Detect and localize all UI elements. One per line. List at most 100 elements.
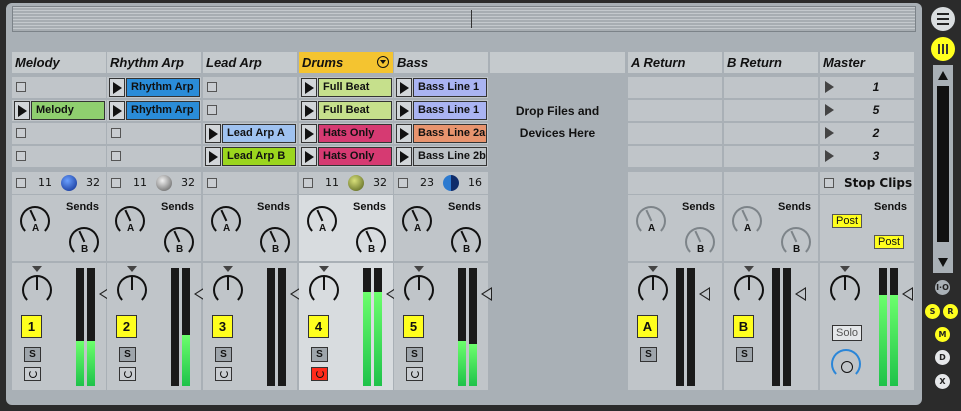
send-b-knob[interactable]: B xyxy=(685,227,715,257)
send-b-knob[interactable]: B xyxy=(781,227,811,257)
track-stop-icon[interactable] xyxy=(398,178,408,188)
clip[interactable]: Full Beat xyxy=(318,101,392,120)
clip[interactable]: Hats Only xyxy=(318,147,392,166)
track-stop-icon[interactable] xyxy=(207,178,217,188)
track-header[interactable]: Rhythm Arp xyxy=(107,52,201,73)
arm-record-button[interactable] xyxy=(406,367,423,381)
scene-slot[interactable]: 5 xyxy=(820,100,914,121)
clip-slot[interactable] xyxy=(203,77,297,98)
scroll-down-icon[interactable] xyxy=(938,258,948,267)
clip-launch-icon[interactable] xyxy=(301,124,317,143)
track-activator-button[interactable]: 1 xyxy=(21,315,42,338)
pan-knob[interactable] xyxy=(734,275,764,305)
track-header[interactable]: Drums xyxy=(299,52,393,73)
track-stop-icon[interactable] xyxy=(303,178,313,188)
clip-slot[interactable]: Bass Line 1 xyxy=(394,77,488,98)
send-b-knob[interactable]: B xyxy=(356,227,386,257)
volume-fader-icon[interactable] xyxy=(699,287,710,301)
clip-launch-icon[interactable] xyxy=(109,78,125,97)
clip-slot[interactable] xyxy=(107,123,201,144)
post-toggle-a[interactable]: Post xyxy=(832,214,863,228)
arm-record-button[interactable] xyxy=(215,367,232,381)
solo-button[interactable]: S xyxy=(215,347,232,362)
clip[interactable]: Bass Line 2a xyxy=(413,124,487,143)
cue-volume-knob[interactable] xyxy=(831,349,861,379)
send-b-knob[interactable]: B xyxy=(164,227,194,257)
arm-record-button[interactable] xyxy=(119,367,136,381)
solo-button[interactable]: S xyxy=(640,347,657,362)
clip-launch-icon[interactable] xyxy=(396,124,412,143)
scene-slot[interactable]: 1 xyxy=(820,77,914,98)
clip-stop-icon[interactable] xyxy=(16,151,26,161)
track-menu-chevron-icon[interactable] xyxy=(377,56,389,68)
return-header[interactable]: A Return xyxy=(628,52,722,73)
master-header[interactable]: Master xyxy=(820,52,914,73)
send-b-knob[interactable]: B xyxy=(69,227,99,257)
clip-stop-icon[interactable] xyxy=(16,82,26,92)
arm-record-button[interactable] xyxy=(311,367,328,381)
clip[interactable]: Hats Only xyxy=(318,124,392,143)
menu-icon[interactable] xyxy=(931,7,955,31)
solo-button[interactable]: S xyxy=(406,347,423,362)
send-a-knob[interactable]: A xyxy=(402,206,432,236)
arm-record-button[interactable] xyxy=(24,367,41,381)
return-activator-button[interactable]: A xyxy=(637,315,658,338)
clip[interactable]: Full Beat xyxy=(318,78,392,97)
clip-launch-icon[interactable] xyxy=(205,147,221,166)
clip-slot[interactable] xyxy=(107,146,201,167)
scene-launch-icon[interactable] xyxy=(822,124,838,143)
clip-slot[interactable]: Hats Only xyxy=(299,146,393,167)
pan-knob[interactable] xyxy=(830,275,860,305)
pan-knob[interactable] xyxy=(309,275,339,305)
crossfader-toggle-button[interactable]: X xyxy=(935,374,950,389)
scene-slot[interactable]: 3 xyxy=(820,146,914,167)
drop-files-area[interactable]: Drop Files and Devices Here xyxy=(490,100,625,144)
send-a-knob[interactable]: A xyxy=(115,206,145,236)
clip[interactable]: Rhythm Arp xyxy=(126,101,200,120)
clip[interactable]: Bass Line 1 xyxy=(413,101,487,120)
clip-slot[interactable]: Lead Arp B xyxy=(203,146,297,167)
solo-button[interactable]: S xyxy=(24,347,41,362)
delay-toggle-button[interactable]: D xyxy=(935,350,950,365)
clip-stop-icon[interactable] xyxy=(111,151,121,161)
scene-launch-icon[interactable] xyxy=(822,101,838,120)
scroll-thumb[interactable] xyxy=(937,86,949,242)
clip[interactable]: Rhythm Arp xyxy=(126,78,200,97)
returns-toggle-button[interactable]: R xyxy=(943,304,958,319)
io-toggle-button[interactable]: I·O xyxy=(935,280,950,295)
post-toggle-b[interactable]: Post xyxy=(874,235,905,249)
send-a-knob[interactable]: A xyxy=(20,206,50,236)
scene-launch-icon[interactable] xyxy=(822,147,838,166)
clip-launch-icon[interactable] xyxy=(301,78,317,97)
clip-slot[interactable]: Bass Line 2a xyxy=(394,123,488,144)
clip[interactable]: Bass Line 2b xyxy=(413,147,487,166)
clip-stop-icon[interactable] xyxy=(207,82,217,92)
clip-stop-icon[interactable] xyxy=(16,128,26,138)
clip-slot[interactable]: Bass Line 1 xyxy=(394,100,488,121)
scene-launch-icon[interactable] xyxy=(822,78,838,97)
clip-slot[interactable]: Hats Only xyxy=(299,123,393,144)
clip-launch-icon[interactable] xyxy=(396,147,412,166)
session-view-icon[interactable] xyxy=(931,37,955,61)
clip[interactable]: Bass Line 1 xyxy=(413,78,487,97)
clip-slot[interactable]: Melody xyxy=(12,100,106,121)
pan-knob[interactable] xyxy=(117,275,147,305)
track-header[interactable]: Melody xyxy=(12,52,106,73)
clip-stop-icon[interactable] xyxy=(207,105,217,115)
track-header[interactable]: Lead Arp xyxy=(203,52,297,73)
send-b-knob[interactable]: B xyxy=(451,227,481,257)
clip-launch-icon[interactable] xyxy=(14,101,30,120)
clip-launch-icon[interactable] xyxy=(205,124,221,143)
stop-all-clips-icon[interactable] xyxy=(824,178,834,188)
send-a-knob[interactable]: A xyxy=(732,206,762,236)
send-a-knob[interactable]: A xyxy=(211,206,241,236)
clip-launch-icon[interactable] xyxy=(396,78,412,97)
clip[interactable]: Melody xyxy=(31,101,105,120)
solo-cue-button[interactable]: Solo xyxy=(832,325,862,341)
vertical-scrollbar[interactable] xyxy=(933,65,953,273)
clip-launch-icon[interactable] xyxy=(109,101,125,120)
clip-slot[interactable] xyxy=(12,77,106,98)
sends-toggle-button[interactable]: S xyxy=(925,304,940,319)
send-b-knob[interactable]: B xyxy=(260,227,290,257)
clip-slot[interactable]: Full Beat xyxy=(299,100,393,121)
